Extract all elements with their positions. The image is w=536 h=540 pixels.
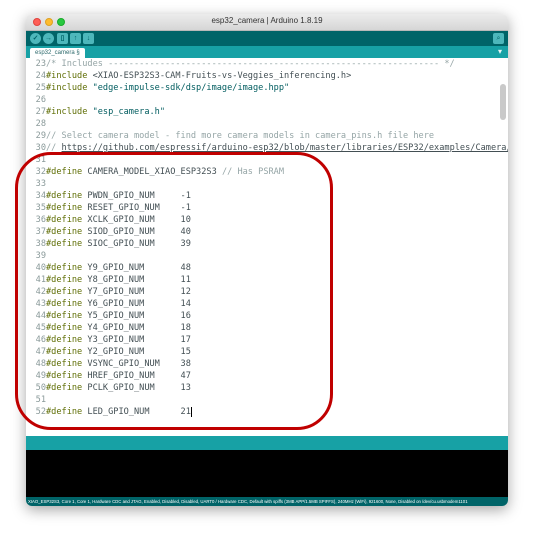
toolbar: ✓ → ▯ ↑ ↓ ⌕ xyxy=(26,31,508,46)
line-number: 28 xyxy=(35,119,46,129)
vertical-scrollbar[interactable] xyxy=(500,84,506,120)
line-number: 23 xyxy=(35,59,46,69)
board-info-footer: XIAO_ESP32S3, Core 1, Core 1, Hardware C… xyxy=(26,497,508,506)
status-bar xyxy=(26,436,508,450)
line-number: 25 xyxy=(35,83,46,93)
code-token: /* Includes ----------------------------… xyxy=(46,59,455,69)
code-token: // Select camera model - find more camer… xyxy=(46,131,435,141)
upload-button[interactable]: → xyxy=(43,33,54,44)
line-number: 27 xyxy=(35,107,46,117)
code-line[interactable]: 23/* Includes --------------------------… xyxy=(26,58,455,70)
code-token: #include xyxy=(46,71,93,81)
tab-esp32-camera[interactable]: esp32_camera § xyxy=(30,48,85,58)
console-output xyxy=(26,450,508,497)
line-number: 26 xyxy=(35,95,46,105)
code-line[interactable]: 24#include <XIAO-ESP32S3-CAM-Fruits-vs-V… xyxy=(26,70,352,82)
code-token: #include xyxy=(46,83,93,93)
new-button[interactable]: ▯ xyxy=(57,33,68,44)
code-token: "edge-impulse-sdk/dsp/image/image.hpp" xyxy=(92,83,290,93)
serial-monitor-button[interactable]: ⌕ xyxy=(493,33,504,44)
line-number: 29 xyxy=(35,131,46,141)
code-token: #include xyxy=(46,107,93,117)
line-number: 24 xyxy=(35,71,46,81)
tab-menu-icon[interactable]: ▾ xyxy=(498,47,502,56)
code-token: "esp_camera.h" xyxy=(92,107,166,117)
window-title: esp32_camera | Arduino 1.8.19 xyxy=(211,16,323,25)
tab-bar: esp32_camera § ▾ xyxy=(26,46,508,58)
code-token: <XIAO-ESP32S3-CAM-Fruits-vs-Veggies_infe… xyxy=(92,71,352,81)
highlight-annotation xyxy=(15,152,333,430)
title-bar: esp32_camera | Arduino 1.8.19 xyxy=(26,14,508,31)
code-line[interactable]: 25#include "edge-impulse-sdk/dsp/image/i… xyxy=(26,82,290,94)
open-button[interactable]: ↑ xyxy=(70,33,81,44)
verify-button[interactable]: ✓ xyxy=(30,33,41,44)
code-line[interactable]: 27#include "esp_camera.h" xyxy=(26,106,165,118)
code-line[interactable]: 29// Select camera model - find more cam… xyxy=(26,130,434,142)
code-line[interactable]: 26 xyxy=(26,94,46,106)
save-button[interactable]: ↓ xyxy=(83,33,94,44)
code-line[interactable]: 28 xyxy=(26,118,46,130)
